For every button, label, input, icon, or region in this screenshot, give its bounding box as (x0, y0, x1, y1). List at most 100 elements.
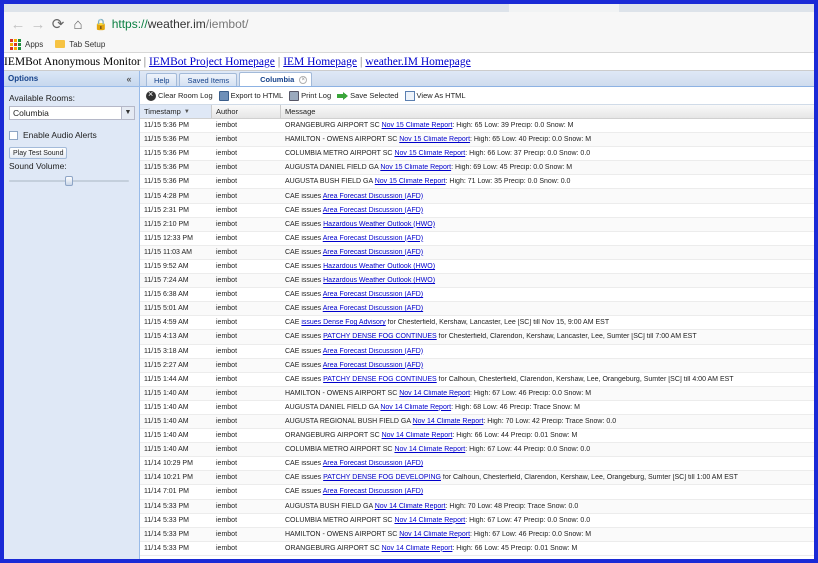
play-test-sound-button[interactable]: Play Test Sound (9, 147, 68, 159)
browser-tab[interactable] (509, 4, 619, 12)
table-row[interactable]: 11/15 1:40 AM iembot AUGUSTA REGIONAL BUSH… (140, 414, 814, 430)
clear-room-log-button[interactable]: Clear Room Log (146, 89, 213, 101)
message-link[interactable]: Area Forecast Discussion (AFD) (323, 348, 423, 355)
table-row[interactable]: 11/14 10:29 PM iembot CAE issues Area Fore… (140, 457, 814, 472)
message-link[interactable]: Nov 14 Climate Report (394, 446, 465, 453)
row-author: iembot (216, 418, 238, 426)
table-row[interactable]: 11/14 7:01 PM iembot CAE issues Area Forec… (140, 485, 814, 500)
message-link[interactable]: issues Dense Fog Advisory (301, 319, 385, 326)
message-link[interactable]: Hazardous Weather Outlook (HWO) (323, 221, 435, 228)
forward-arrow-icon[interactable]: → (28, 14, 48, 34)
audio-alerts-checkbox[interactable] (9, 130, 18, 140)
message-link[interactable]: Area Forecast Discussion (AFD) (323, 249, 423, 256)
address-bar[interactable]: 🔒 https://weather.im/iembot/ (94, 14, 810, 34)
author-column-header[interactable]: Author (212, 105, 281, 118)
message-link[interactable]: Nov 14 Climate Report (375, 503, 446, 510)
table-row[interactable]: 11/15 5:36 PM iembot HAMILTON - OWENS AIRP… (140, 133, 814, 148)
table-row[interactable]: 11/15 5:01 AM iembot CAE issues Area Forec… (140, 302, 814, 317)
table-row[interactable]: 11/15 5:36 PM iembot AUGUSTA BUSH FIELD GA… (140, 175, 814, 190)
bookmark-apps[interactable]: Apps (10, 38, 43, 50)
table-row[interactable]: 11/15 1:40 AM iembot ORANGEBURG AIRPORT SC… (140, 429, 814, 444)
table-row[interactable]: 11/14 5:33 PM iembot HAMILTON - OWENS AIRP… (140, 527, 814, 542)
message-link[interactable]: Hazardous Weather Outlook (HWO) (323, 263, 435, 270)
grid-header: Timestamp ▼ Author Message (140, 105, 814, 119)
room-select[interactable]: Columbia ▼ (9, 106, 135, 120)
message-link[interactable]: Area Forecast Discussion (AFD) (323, 460, 423, 467)
table-row[interactable]: 11/15 5:36 PM iembot ORANGEBURG AIRPORT SC… (140, 119, 814, 134)
message-link[interactable]: PATCHY DENSE FOG DEVELOPING (323, 474, 441, 481)
table-row[interactable]: 11/15 1:40 AM iembot COLUMBIA METRO AIRPOR… (140, 443, 814, 458)
message-link[interactable]: Nov 14 Climate Report (394, 517, 465, 524)
message-link[interactable]: Nov 15 Climate Report (382, 122, 453, 129)
save-selected-button[interactable]: Save Selected (337, 91, 399, 101)
message-link[interactable]: PATCHY DENSE FOG CONTINUES (323, 333, 437, 340)
back-arrow-icon[interactable]: ← (8, 14, 28, 34)
tab-help[interactable]: Help (146, 73, 178, 86)
table-row[interactable]: 11/15 9:52 AM iembot CAE issues Hazardous … (140, 260, 814, 275)
bookmark-tab-setup[interactable]: Tab Setup (55, 40, 105, 49)
table-row[interactable]: 11/15 7:24 AM iembot CAE issues Hazardous … (140, 274, 814, 289)
message-prefix: CAE issues (285, 474, 324, 482)
table-row[interactable]: 11/15 2:10 PM iembot CAE issues Hazardous … (140, 217, 814, 232)
row-message: ORANGEBURG AIRPORT SC Nov 14 Climate Rep… (281, 432, 814, 439)
table-row[interactable]: 11/14 10:21 PM iembot CAE issues PATCHY DE… (140, 471, 814, 486)
table-row[interactable]: 11/15 4:13 AM iembot CAE issues PATCHY DEN… (140, 330, 814, 345)
table-row[interactable]: 11/15 5:36 PM iembot COLUMBIA METRO AIRPOR… (140, 147, 814, 162)
message-link[interactable]: Nov 15 Climate Report (399, 136, 470, 143)
message-link[interactable]: Nov 14 Climate Report (413, 418, 484, 425)
volume-slider[interactable] (9, 176, 129, 186)
message-link[interactable]: Nov 14 Climate Report (380, 404, 451, 411)
table-row[interactable]: 11/15 4:59 AM iembot CAE issues Dense Fog … (140, 316, 814, 331)
tab-columbia[interactable]: Columbia × (239, 72, 313, 86)
weather-im-homepage-link[interactable]: weather.IM Homepage (365, 56, 470, 68)
table-row[interactable]: 11/14 5:33 PM iembot AUGUSTA BUSH FIELD GA… (140, 499, 814, 514)
table-row[interactable]: 11/15 1:44 AM iembot CAE issues PATCHY DEN… (140, 373, 814, 387)
row-timestamp: 11/15 2:10 PM (144, 220, 190, 228)
table-row[interactable]: 11/15 6:38 AM iembot CAE issues Area Forec… (140, 288, 814, 303)
print-log-button[interactable]: Print Log (289, 90, 331, 101)
home-icon[interactable]: ⌂ (68, 14, 88, 34)
chevron-down-icon[interactable]: ▼ (121, 107, 134, 119)
message-link[interactable]: Nov 15 Climate Report (375, 178, 446, 185)
iembot-project-link[interactable]: IEMBot Project Homepage (149, 56, 275, 68)
message-prefix: CAE issues (285, 361, 323, 369)
iem-homepage-link[interactable]: IEM Homepage (283, 56, 357, 68)
folder-icon (55, 40, 66, 48)
table-row[interactable]: 11/15 11:03 AM iembot CAE issues Area Fore… (140, 245, 814, 260)
message-link[interactable]: Nov 15 Climate Report (380, 164, 451, 171)
reload-icon[interactable]: ⟳ (48, 14, 68, 34)
tab-saved-items[interactable]: Saved Items (179, 73, 238, 86)
message-link[interactable]: Nov 14 Climate Report (399, 531, 470, 538)
close-icon[interactable]: × (299, 75, 308, 84)
table-row[interactable]: 11/15 12:33 PM iembot CAE issues Area Fore… (140, 232, 814, 246)
table-row[interactable]: 11/15 2:31 PM iembot CAE issues Area Forec… (140, 204, 814, 218)
message-link[interactable]: Area Forecast Discussion (AFD) (323, 305, 423, 312)
message-column-header[interactable]: Message (281, 107, 814, 116)
message-link[interactable]: Area Forecast Discussion (AFD) (323, 193, 423, 200)
table-row[interactable]: 11/15 2:27 AM iembot CAE issues Area Forec… (140, 358, 814, 373)
message-link[interactable]: Nov 15 Climate Report (394, 150, 465, 157)
table-row[interactable]: 11/15 4:28 PM iembot CAE issues Area Forec… (140, 189, 814, 204)
browser-toolbar: ← → ⟳ ⌂ 🔒 https://weather.im/iembot/ (4, 12, 814, 36)
timestamp-column-header[interactable]: Timestamp ▼ (140, 105, 212, 118)
view-as-html-button[interactable]: View As HTML (404, 90, 466, 101)
message-link[interactable]: Area Forecast Discussion (AFD) (323, 488, 423, 495)
message-link[interactable]: Nov 14 Climate Report (382, 432, 453, 439)
export-html-button[interactable]: Export to HTML (218, 90, 283, 101)
table-row[interactable]: 11/14 5:33 PM iembot ORANGEBURG AIRPORT SC… (140, 542, 814, 556)
message-link[interactable]: Area Forecast Discussion (AFD) (323, 291, 423, 298)
message-link[interactable]: Hazardous Weather Outlook (HWO) (323, 277, 435, 284)
table-row[interactable]: 11/14 5:33 PM iembot COLUMBIA METRO AIRPOR… (140, 514, 814, 528)
message-link[interactable]: Area Forecast Discussion (AFD) (323, 235, 423, 242)
collapse-icon[interactable]: « (123, 74, 135, 84)
message-link[interactable]: Area Forecast Discussion (AFD) (323, 207, 423, 214)
table-row[interactable]: 11/15 1:40 AM iembot AUGUSTA DANIEL FIELD … (140, 401, 814, 415)
table-row[interactable]: 11/15 3:18 AM iembot CAE issues Area Forec… (140, 345, 814, 359)
message-link[interactable]: PATCHY DENSE FOG CONTINUES (323, 376, 437, 383)
table-row[interactable]: 11/15 5:36 PM iembot AUGUSTA DANIEL FIELD … (140, 161, 814, 176)
table-row[interactable]: 11/15 1:40 AM iembot HAMILTON - OWENS AIRP… (140, 386, 814, 401)
message-link[interactable]: Area Forecast Discussion (AFD) (323, 362, 423, 369)
volume-thumb[interactable] (65, 176, 73, 186)
message-link[interactable]: Nov 14 Climate Report (399, 390, 470, 397)
message-link[interactable]: Nov 14 Climate Report (382, 545, 453, 552)
